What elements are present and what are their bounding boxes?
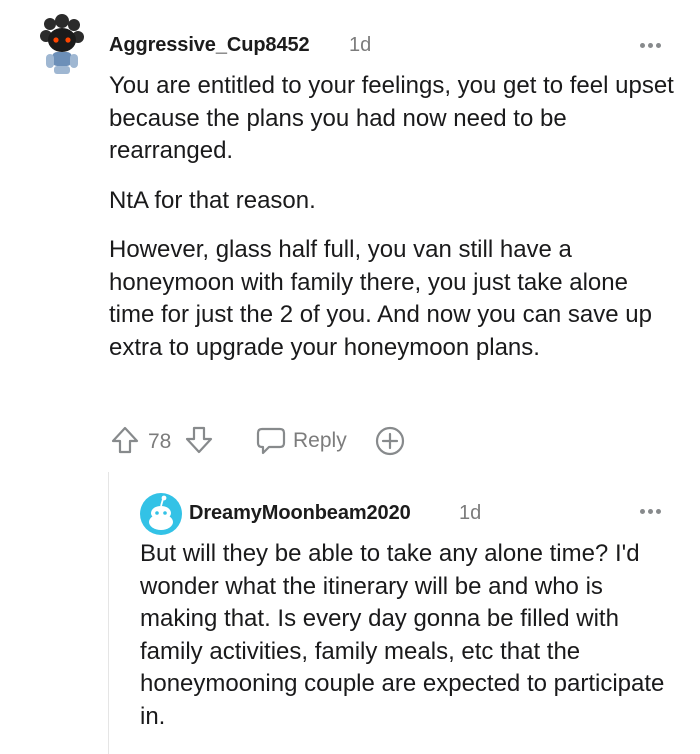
reply-body: But will they be able to take any alone … <box>140 538 680 733</box>
comment-body: You are entitled to your feelings, you g… <box>109 70 679 364</box>
comment-paragraph: You are entitled to your feelings, you g… <box>109 72 674 164</box>
comment-age: 1d <box>349 34 372 56</box>
reply-username[interactable]: DreamyMoonbeam2020 <box>189 502 411 525</box>
arrow-down-icon <box>185 426 213 454</box>
vote-count: 78 <box>148 430 172 453</box>
more-options-button[interactable] <box>640 43 661 48</box>
reply-comment: DreamyMoonbeam2020 1d But will they be a… <box>109 480 700 754</box>
ellipsis-icon <box>640 509 645 514</box>
ellipsis-icon <box>640 43 645 48</box>
more-options-button[interactable] <box>640 509 661 514</box>
reply-age: 1d <box>459 502 482 524</box>
avatar[interactable] <box>34 14 90 76</box>
downvote-button[interactable] <box>184 425 214 455</box>
reply-label: Reply <box>293 429 347 452</box>
comment-paragraph: NtA for that reason. <box>109 186 316 214</box>
speech-bubble-icon <box>256 427 286 455</box>
avatar[interactable] <box>139 492 183 536</box>
arrow-up-icon <box>111 426 139 454</box>
reply-paragraph: But will they be able to take any alone … <box>140 540 665 730</box>
comment: Aggressive_Cup8452 1d You are entitled t… <box>0 0 700 470</box>
plus-circle-icon <box>375 426 405 456</box>
comment-paragraph: However, glass half full, you van still … <box>109 236 652 361</box>
upvote-button[interactable] <box>110 425 140 455</box>
award-button[interactable] <box>374 425 406 457</box>
comment-username[interactable]: Aggressive_Cup8452 <box>109 34 310 57</box>
reply-button[interactable]: Reply <box>255 424 355 458</box>
